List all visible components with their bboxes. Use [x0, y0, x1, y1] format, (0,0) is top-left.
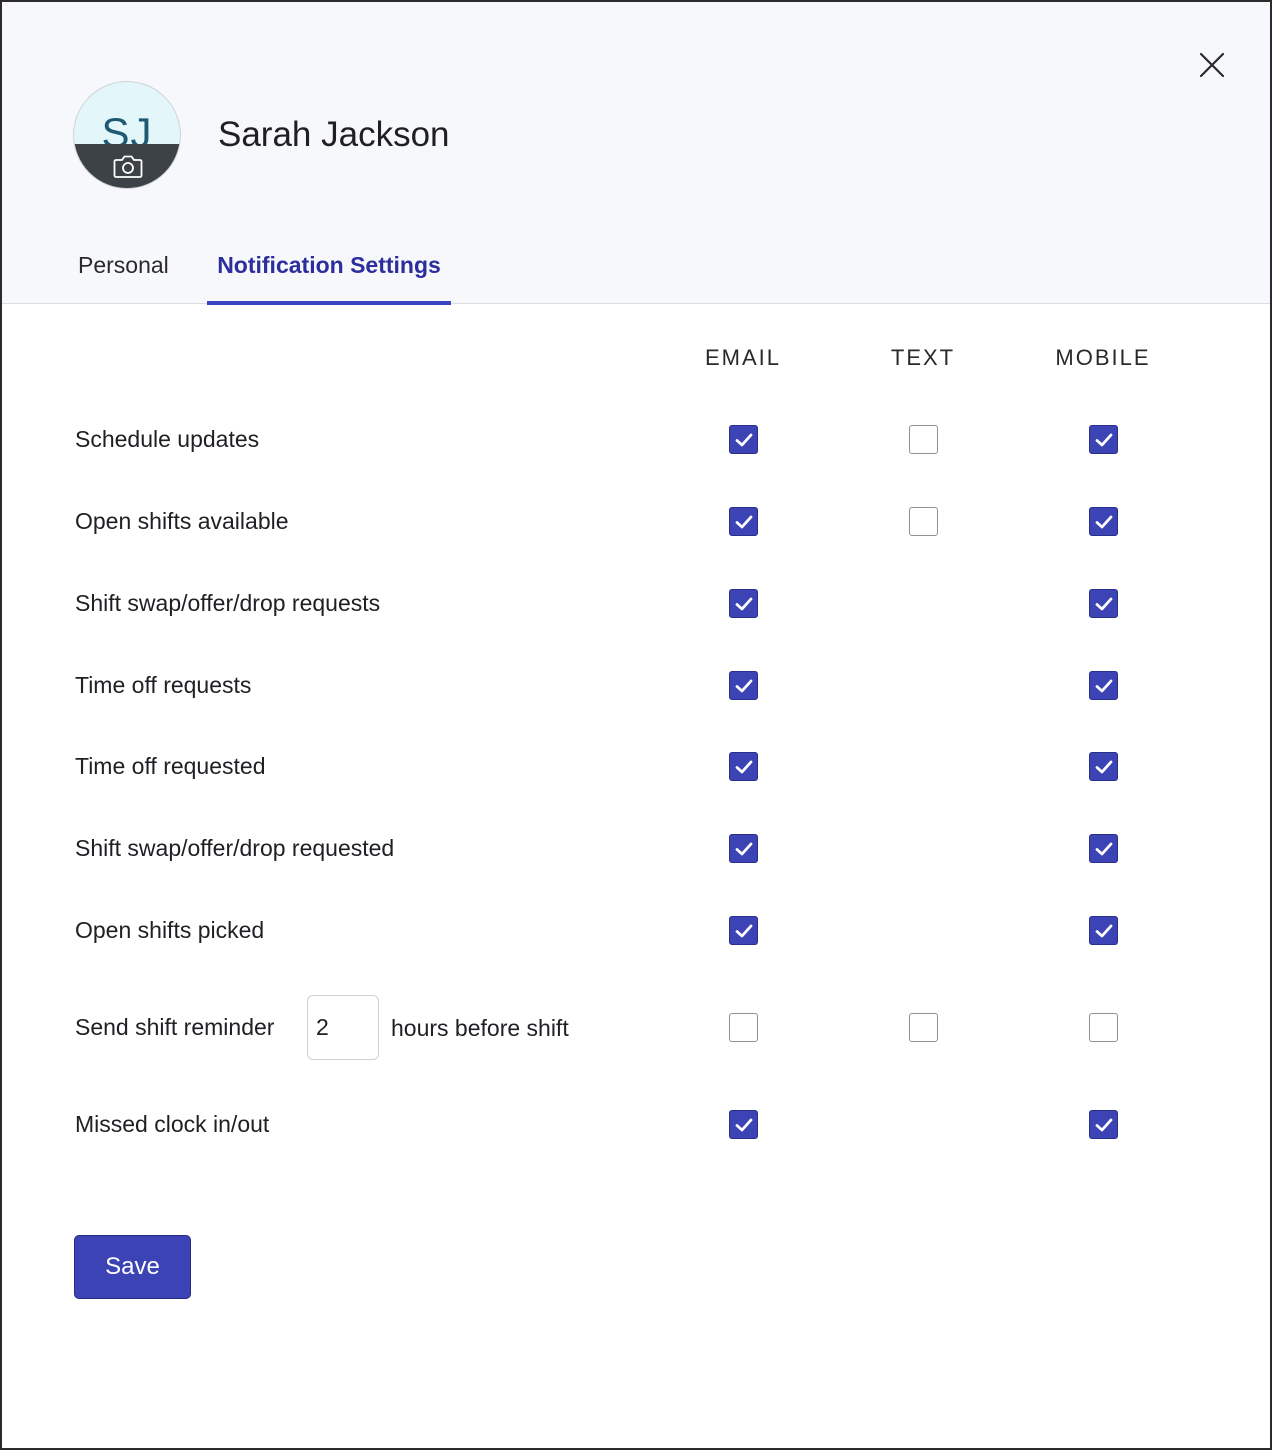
email-checkbox[interactable] [728, 506, 758, 536]
checkmark-icon [1095, 515, 1112, 528]
tab-personal[interactable]: Personal [78, 248, 169, 304]
email-checkbox[interactable] [728, 670, 758, 700]
save-button[interactable]: Save [74, 1235, 191, 1299]
email-checkbox[interactable] [728, 1109, 758, 1139]
reminder-hours-input[interactable]: 2 [307, 995, 379, 1060]
email-checkbox[interactable] [728, 833, 758, 863]
checkmark-icon [1095, 760, 1112, 773]
row-label: Send shift reminder [75, 1014, 275, 1040]
mobile-checkbox[interactable] [1088, 506, 1118, 536]
row-label: Shift swap/offer/drop requests [75, 590, 381, 616]
close-button[interactable] [1194, 47, 1230, 83]
column-header-text: TEXT [890, 345, 956, 370]
text-checkbox[interactable] [908, 1012, 938, 1042]
row-label: Missed clock in/out [75, 1111, 270, 1137]
row-label: Schedule updates [75, 426, 260, 452]
row-label: Time off requested [75, 753, 266, 779]
tab-notification-settings[interactable]: Notification Settings [207, 248, 451, 305]
checkmark-icon [735, 842, 752, 855]
column-header-email: EMAIL [704, 345, 782, 370]
column-header-mobile: MOBILE [1055, 345, 1151, 370]
profile-modal: SJ Sarah Jackson Personal Notification S… [0, 0, 1272, 1450]
checkmark-icon [1095, 842, 1112, 855]
avatar[interactable]: SJ [73, 81, 181, 189]
mobile-checkbox[interactable] [1088, 670, 1118, 700]
checkmark-icon [1095, 924, 1112, 937]
reminder-suffix-label: hours before shift [391, 1015, 569, 1041]
checkmark-icon [735, 515, 752, 528]
text-checkbox[interactable] [908, 506, 938, 536]
mobile-checkbox[interactable] [1088, 424, 1118, 454]
row-label: Shift swap/offer/drop requested [75, 835, 395, 861]
checkmark-icon [735, 433, 752, 446]
email-checkbox[interactable] [728, 915, 758, 945]
checkmark-icon [735, 679, 752, 692]
camera-icon [113, 155, 143, 178]
checkmark-icon [735, 597, 752, 610]
email-checkbox[interactable] [728, 751, 758, 781]
mobile-checkbox[interactable] [1088, 1109, 1118, 1139]
checkmark-icon [1095, 679, 1112, 692]
modal-header: SJ Sarah Jackson Personal Notification S… [2, 2, 1270, 305]
checkmark-icon [735, 1118, 752, 1131]
mobile-checkbox[interactable] [1088, 588, 1118, 618]
user-name: Sarah Jackson [218, 115, 450, 154]
close-icon [1199, 52, 1225, 78]
row-label: Time off requests [75, 672, 252, 698]
email-checkbox[interactable] [728, 424, 758, 454]
mobile-checkbox[interactable] [1088, 1012, 1118, 1042]
checkmark-icon [735, 760, 752, 773]
email-checkbox[interactable] [728, 588, 758, 618]
row-label: Open shifts available [75, 508, 289, 534]
checkmark-icon [1095, 1118, 1112, 1131]
mobile-checkbox[interactable] [1088, 915, 1118, 945]
mobile-checkbox[interactable] [1088, 751, 1118, 781]
checkmark-icon [1095, 433, 1112, 446]
row-label: Open shifts picked [75, 917, 265, 943]
mobile-checkbox[interactable] [1088, 833, 1118, 863]
email-checkbox[interactable] [728, 1012, 758, 1042]
checkmark-icon [735, 924, 752, 937]
checkmark-icon [1095, 597, 1112, 610]
text-checkbox[interactable] [908, 424, 938, 454]
